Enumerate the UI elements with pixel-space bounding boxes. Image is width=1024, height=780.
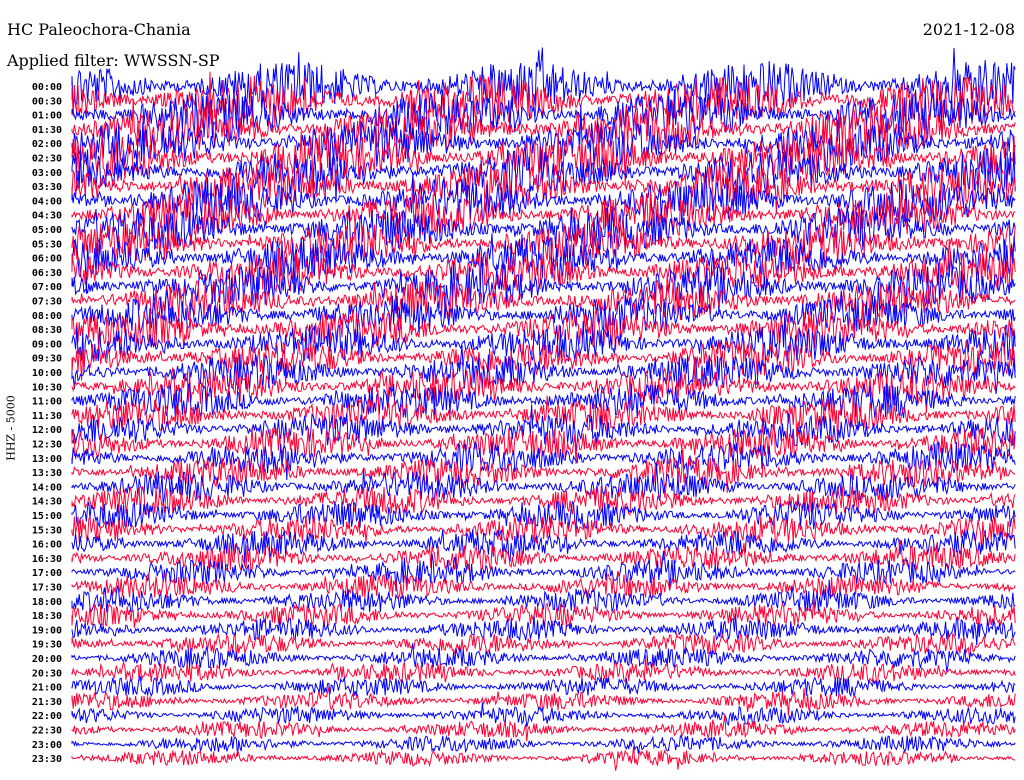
helicorder-plot: 00:00 00:30 01:00 01:30 02:00 02:30 03:00 03:30…	[32, 47, 1016, 771]
row-label: 16:00	[32, 540, 62, 551]
row-label: 12:00	[32, 425, 62, 436]
filter-label: Applied filter: WWSSN-SP	[7, 51, 220, 70]
row-label: 18:00	[32, 597, 62, 608]
row-label: 13:30	[32, 468, 62, 479]
row-label: 22:30	[32, 726, 62, 737]
trace-line	[71, 389, 1016, 442]
row-label: 17:30	[32, 583, 62, 594]
row-label: 21:00	[32, 683, 62, 694]
trace-line	[71, 382, 1016, 419]
trace-line	[71, 676, 1016, 698]
row-label: 10:30	[32, 382, 62, 393]
row-label: 09:00	[32, 339, 62, 350]
row-label: 00:00	[32, 82, 62, 93]
trace-group	[71, 47, 1016, 771]
row-label: 23:30	[32, 754, 62, 765]
row-label: 03:30	[32, 182, 62, 193]
trace-line	[71, 642, 1016, 673]
trace-line	[71, 632, 1016, 660]
row-label: 13:00	[32, 454, 62, 465]
row-label: 04:30	[32, 211, 62, 222]
row-label: 22:00	[32, 711, 62, 722]
row-label: 21:30	[32, 697, 62, 708]
row-label: 19:00	[32, 625, 62, 636]
row-label: 17:00	[32, 568, 62, 579]
row-label: 20:30	[32, 668, 62, 679]
row-label: 02:00	[32, 139, 62, 150]
row-label: 12:30	[32, 440, 62, 451]
row-label: 00:30	[32, 96, 62, 107]
row-label: 11:00	[32, 397, 62, 408]
row-label: 04:00	[32, 196, 62, 207]
y-axis-label: HHZ - 5000	[4, 395, 18, 461]
row-label: 14:30	[32, 497, 62, 508]
row-label: 09:30	[32, 354, 62, 365]
row-label: 08:00	[32, 311, 62, 322]
trace-line	[71, 686, 1016, 716]
row-label: 05:30	[32, 239, 62, 250]
row-label: 08:30	[32, 325, 62, 336]
row-label: 07:00	[32, 282, 62, 293]
row-label: 01:00	[32, 111, 62, 122]
row-label: 10:00	[32, 368, 62, 379]
row-label: 06:30	[32, 268, 62, 279]
row-label: 05:00	[32, 225, 62, 236]
row-label: 14:00	[32, 482, 62, 493]
row-label: 19:30	[32, 640, 62, 651]
date-label: 2021-12-08	[922, 20, 1015, 39]
row-label: 07:30	[32, 297, 62, 308]
row-label: 01:30	[32, 125, 62, 136]
trace-line	[71, 746, 1016, 771]
row-label-group: 00:00 00:30 01:00 01:30 02:00 02:30 03:00 03:30…	[32, 82, 62, 765]
row-label: 15:30	[32, 525, 62, 536]
row-label: 20:00	[32, 654, 62, 665]
row-label: 11:30	[32, 411, 62, 422]
row-label: 18:30	[32, 611, 62, 622]
row-label: 16:30	[32, 554, 62, 565]
row-label: 15:00	[32, 511, 62, 522]
row-label: 23:00	[32, 740, 62, 751]
row-label: 02:30	[32, 154, 62, 165]
row-label: 06:00	[32, 254, 62, 265]
station-title: HC Paleochora-Chania	[7, 20, 191, 39]
row-label: 03:00	[32, 168, 62, 179]
